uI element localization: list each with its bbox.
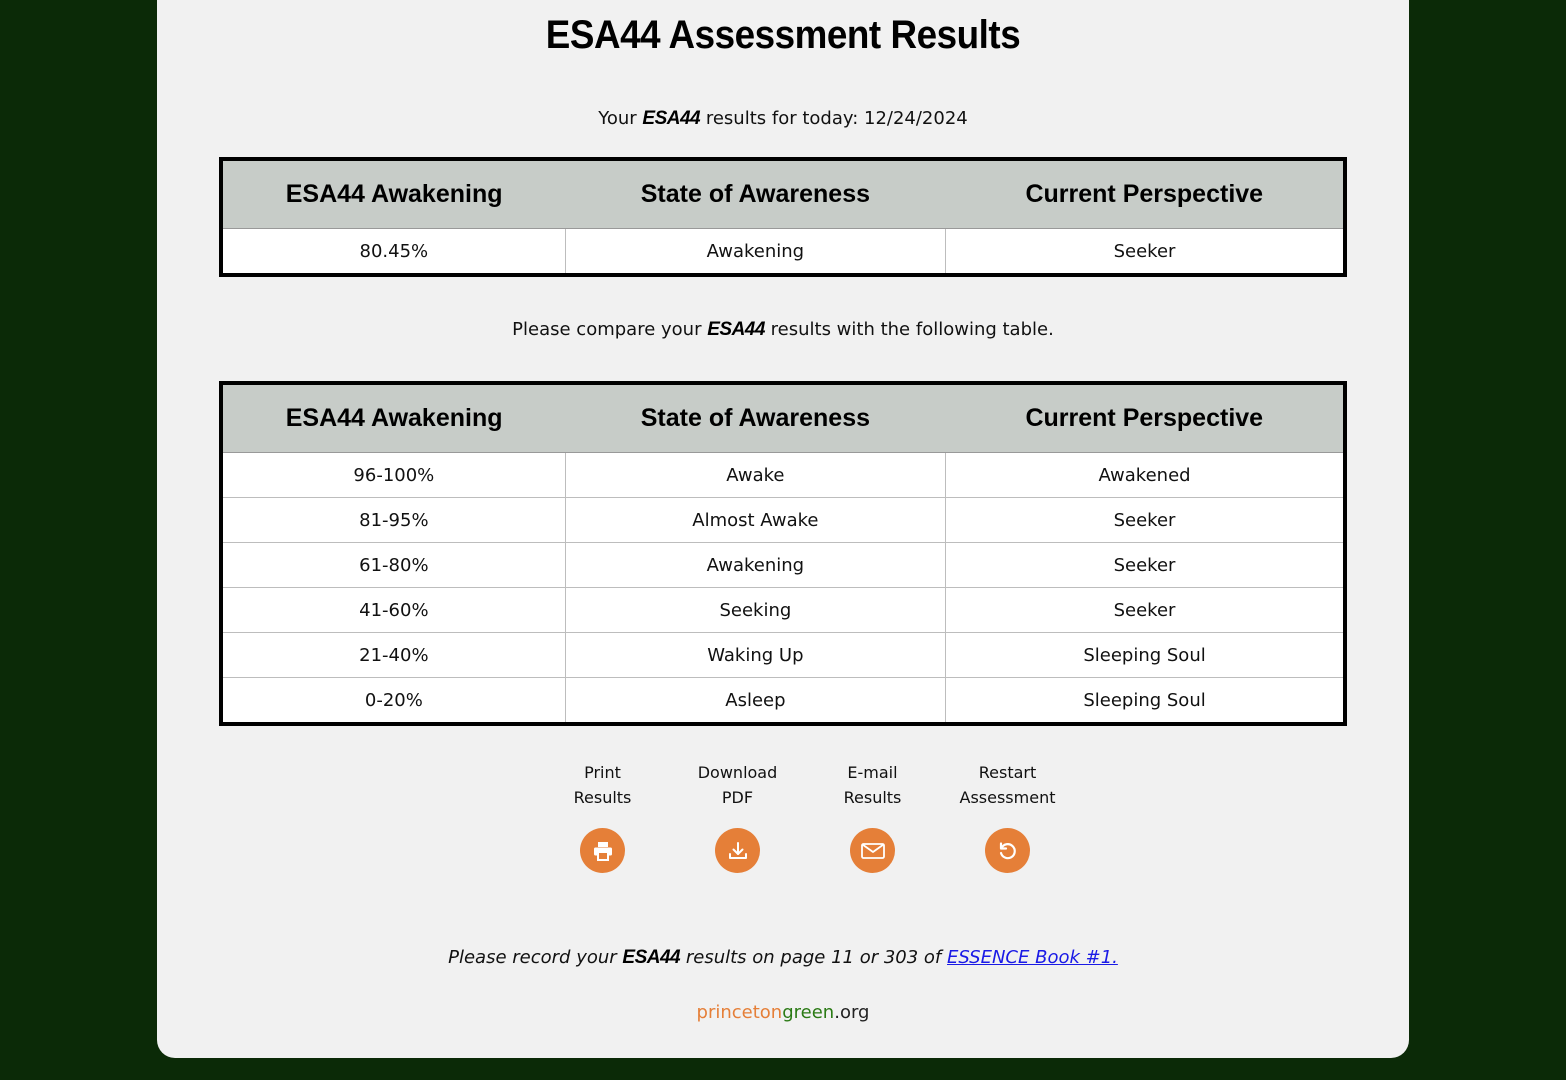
header-state: State of Awareness bbox=[565, 383, 946, 453]
intro-prefix: Your bbox=[598, 108, 637, 129]
compare-suffix: results with the following table. bbox=[770, 319, 1054, 340]
envelope-icon bbox=[860, 842, 885, 859]
table-header-row: ESA44 Awakening State of Awareness Curre… bbox=[221, 159, 1345, 229]
record-results-note: Please record your ESA44 results on page… bbox=[157, 947, 1409, 969]
user-results-table: ESA44 Awakening State of Awareness Curre… bbox=[219, 157, 1347, 277]
range-cell: 0-20% bbox=[220, 677, 566, 725]
site-name-part3: .org bbox=[834, 1002, 870, 1023]
download-icon bbox=[728, 841, 747, 859]
user-perspective-value: Seeker bbox=[945, 228, 1346, 276]
brand-emphasis: ESA44 bbox=[622, 947, 681, 968]
perspective-cell: Sleeping Soul bbox=[945, 632, 1346, 678]
restart-assessment-label: Restart Assessment bbox=[959, 763, 1056, 807]
print-results-action: Print Results bbox=[535, 760, 670, 873]
state-cell: Seeking bbox=[564, 587, 947, 633]
site-name: princetongreen.org bbox=[157, 1002, 1409, 1023]
site-name-part1: princeton bbox=[696, 1002, 783, 1023]
table-row: 81-95% Almost Awake Seeker bbox=[220, 497, 1346, 543]
compare-line: Please compare your ESA44 results with t… bbox=[157, 319, 1409, 341]
essence-book-link[interactable]: ESSENCE Book #1. bbox=[947, 947, 1118, 968]
email-results-label: E-mail Results bbox=[843, 763, 902, 807]
reference-table: ESA44 Awakening State of Awareness Curre… bbox=[219, 381, 1347, 726]
brand-emphasis: ESA44 bbox=[642, 108, 701, 129]
state-cell: Almost Awake bbox=[564, 497, 947, 543]
state-cell: Waking Up bbox=[564, 632, 947, 678]
perspective-cell: Seeker bbox=[945, 587, 1346, 633]
table-row: 0-20% Asleep Sleeping Soul bbox=[220, 677, 1346, 725]
email-button[interactable] bbox=[850, 828, 895, 873]
range-cell: 41-60% bbox=[220, 587, 566, 633]
intro-suffix: results for today: 12/24/2024 bbox=[705, 108, 968, 129]
table-header-row: ESA44 Awakening State of Awareness Curre… bbox=[221, 383, 1345, 453]
printer-icon bbox=[593, 841, 612, 861]
table-row: 21-40% Waking Up Sleeping Soul bbox=[220, 632, 1346, 678]
table-row: 80.45% Awakening Seeker bbox=[220, 228, 1346, 276]
state-cell: Awake bbox=[564, 452, 947, 498]
range-cell: 96-100% bbox=[220, 452, 566, 498]
user-awakening-value: 80.45% bbox=[220, 228, 566, 276]
restart-icon bbox=[999, 841, 1016, 859]
table-row: 96-100% Awake Awakened bbox=[220, 452, 1346, 498]
download-pdf-action: Download PDF bbox=[670, 760, 805, 873]
results-date-line: Your ESA44 results for today: 12/24/2024 bbox=[157, 108, 1409, 130]
state-cell: Asleep bbox=[564, 677, 947, 725]
table-row: 41-60% Seeking Seeker bbox=[220, 587, 1346, 633]
page-title: ESA44 Assessment Results bbox=[545, 13, 1021, 57]
print-button[interactable] bbox=[580, 828, 625, 873]
state-cell: Awakening bbox=[564, 542, 947, 588]
user-state-value: Awakening bbox=[564, 228, 947, 276]
header-awakening: ESA44 Awakening bbox=[221, 383, 566, 453]
email-results-action: E-mail Results bbox=[805, 760, 940, 873]
action-bar: Print Results Download PDF E-mail Result… bbox=[535, 760, 1075, 873]
header-awakening: ESA44 Awakening bbox=[221, 159, 566, 229]
download-button[interactable] bbox=[715, 828, 760, 873]
restart-assessment-action: Restart Assessment bbox=[940, 760, 1075, 873]
range-cell: 21-40% bbox=[220, 632, 566, 678]
restart-button[interactable] bbox=[985, 828, 1030, 873]
site-name-part2: green bbox=[782, 1002, 835, 1023]
brand-emphasis: ESA44 bbox=[707, 319, 765, 340]
compare-prefix: Please compare your bbox=[512, 319, 702, 340]
footnote-prefix: Please record your bbox=[448, 947, 617, 968]
header-perspective: Current Perspective bbox=[945, 383, 1345, 453]
header-perspective: Current Perspective bbox=[945, 159, 1345, 229]
results-card: ESA44 Assessment Results Your ESA44 resu… bbox=[157, 0, 1409, 1058]
header-state: State of Awareness bbox=[565, 159, 946, 229]
table-row: 61-80% Awakening Seeker bbox=[220, 542, 1346, 588]
perspective-cell: Sleeping Soul bbox=[945, 677, 1346, 725]
footnote-middle: results on page 11 or 303 of bbox=[685, 947, 942, 968]
download-pdf-label: Download PDF bbox=[697, 763, 778, 807]
perspective-cell: Seeker bbox=[945, 497, 1346, 543]
range-cell: 61-80% bbox=[220, 542, 566, 588]
range-cell: 81-95% bbox=[220, 497, 566, 543]
perspective-cell: Seeker bbox=[945, 542, 1346, 588]
print-results-label: Print Results bbox=[573, 763, 632, 807]
perspective-cell: Awakened bbox=[945, 452, 1346, 498]
